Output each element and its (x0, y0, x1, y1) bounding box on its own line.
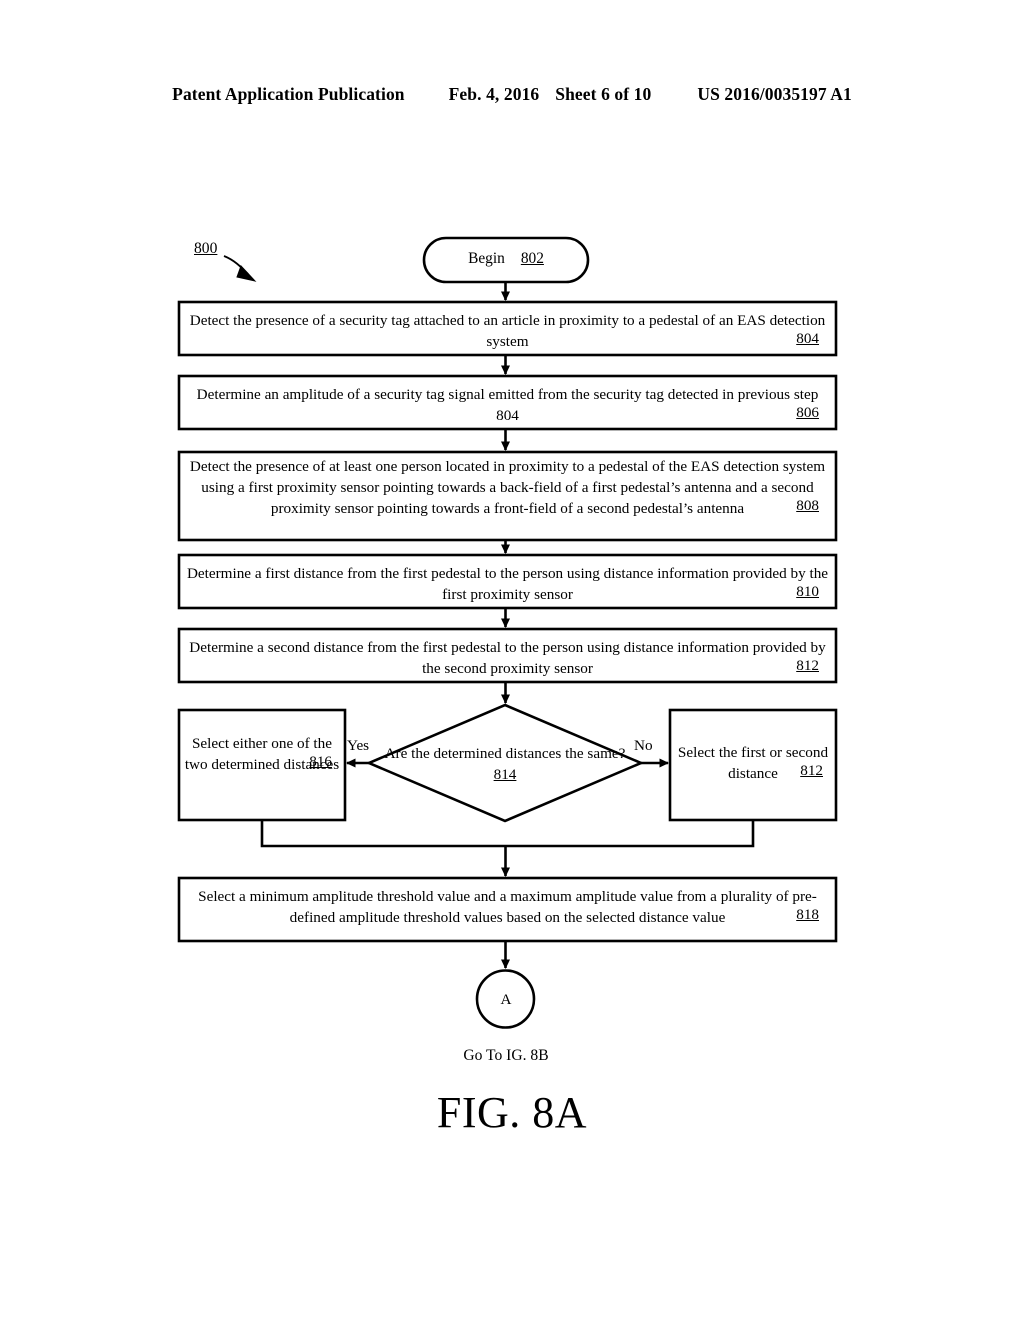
figure-caption: FIG. 8A (436, 1088, 588, 1137)
merge-line-right (505, 820, 755, 848)
step-816-box (177, 708, 347, 822)
connector-a-circle (475, 969, 536, 1029)
step-808-box (177, 450, 838, 542)
ref-800-lead-arrowhead (236, 265, 257, 282)
step-804-box (177, 300, 838, 357)
step-812-box (177, 627, 838, 684)
begin-terminator-shape (422, 236, 590, 284)
step-810-box (177, 553, 838, 610)
decision-814-diamond (365, 703, 645, 823)
merge-line-left (260, 820, 506, 848)
step-806-box (177, 374, 838, 431)
step-818-box (177, 876, 838, 943)
flowchart-figure-8a: 800 Begin 802 Detect the presence of a se… (0, 0, 1024, 1320)
step-812b-box (668, 708, 838, 822)
